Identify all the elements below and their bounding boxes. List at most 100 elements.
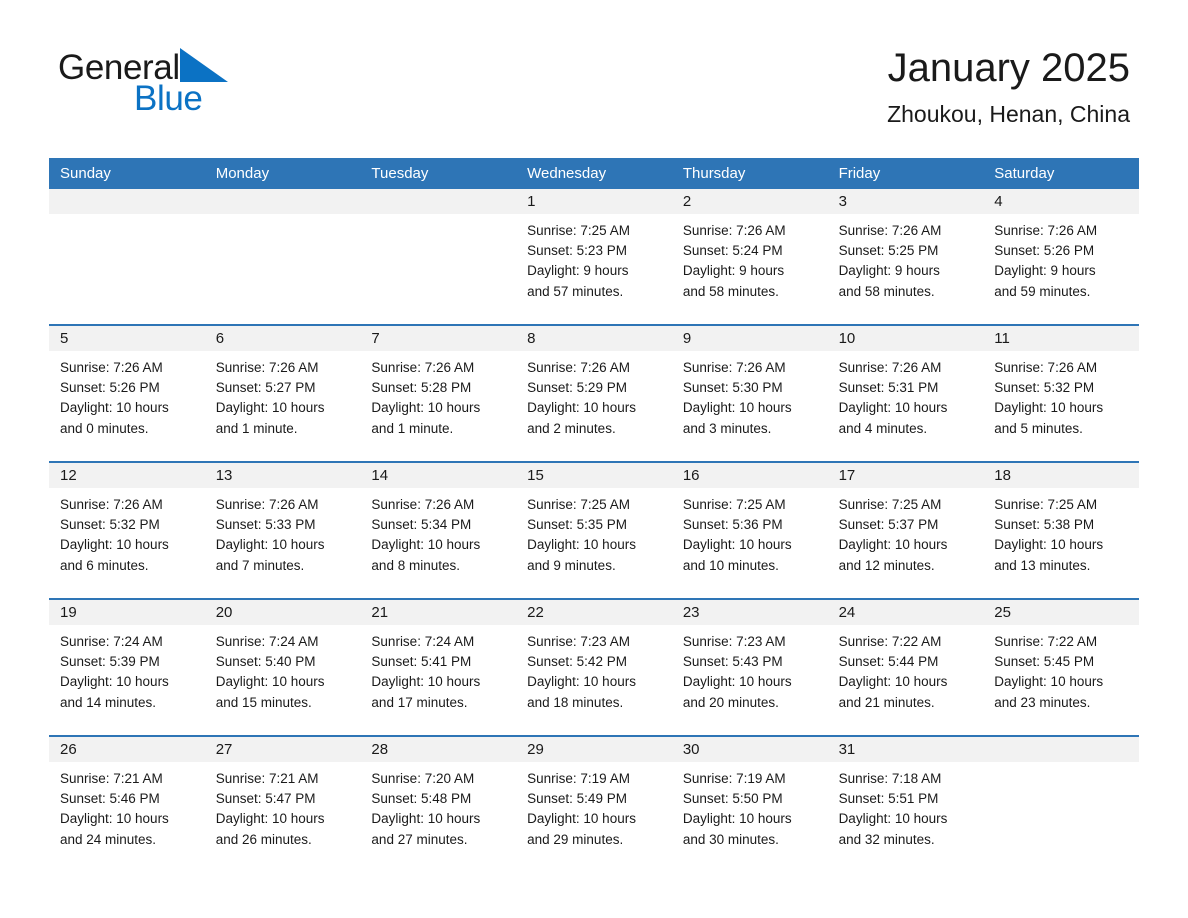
- day-details: Sunrise: 7:26 AM Sunset: 5:25 PM Daylight:…: [828, 214, 984, 302]
- day-number: 23: [682, 604, 700, 621]
- daylight-text-line2: and 32 minutes.: [838, 831, 935, 847]
- day-cell[interactable]: 22 Sunrise: 7:23 AM Sunset: 5:42 PM Dayligh…: [516, 600, 672, 722]
- day-number-band: 10: [827, 326, 984, 351]
- day-cell[interactable]: 19 Sunrise: 7:24 AM Sunset: 5:39 PM Dayligh…: [49, 600, 205, 722]
- sunset-text: Sunset: 5:36 PM: [682, 517, 783, 533]
- day-cell-empty: [204, 189, 361, 311]
- daylight-text-line1: Daylight: 10 hours: [527, 537, 636, 553]
- day-cell[interactable]: 12 Sunrise: 7:26 AM Sunset: 5:32 PM Dayligh…: [49, 463, 205, 585]
- daylight-text-line1: Daylight: 10 hours: [371, 811, 481, 827]
- day-cell[interactable]: 8 Sunrise: 7:26 AM Sunset: 5:29 PM Daylight…: [516, 326, 672, 448]
- sunrise-text: Sunrise: 7:26 AM: [682, 360, 786, 375]
- day-cell[interactable]: 10 Sunrise: 7:26 AM Sunset: 5:31 PM Dayligh…: [827, 326, 984, 448]
- sunrise-text: Sunrise: 7:24 AM: [215, 634, 319, 649]
- sunset-text: Sunset: 5:23 PM: [527, 243, 627, 259]
- sunrise-text: Sunrise: 7:26 AM: [371, 360, 475, 375]
- day-cell[interactable]: 27 Sunrise: 7:21 AM Sunset: 5:47 PM Dayligh…: [204, 737, 361, 859]
- day-number: 24: [838, 604, 856, 621]
- day-details: Sunrise: 7:25 AM Sunset: 5:37 PM Daylight:…: [828, 488, 984, 576]
- weekday-header-monday: Monday: [215, 165, 270, 182]
- daylight-text-line1: Daylight: 10 hours: [60, 674, 169, 690]
- day-cell[interactable]: 29 Sunrise: 7:19 AM Sunset: 5:49 PM Dayligh…: [516, 737, 672, 859]
- day-cell[interactable]: 1 Sunrise: 7:25 AM Sunset: 5:23 PM Daylight…: [516, 189, 672, 311]
- day-cell[interactable]: 20 Sunrise: 7:24 AM Sunset: 5:40 PM Dayligh…: [204, 600, 361, 722]
- day-cell[interactable]: 15 Sunrise: 7:25 AM Sunset: 5:35 PM Dayligh…: [516, 463, 672, 585]
- day-cell[interactable]: 18 Sunrise: 7:25 AM Sunset: 5:38 PM Dayligh…: [983, 463, 1139, 585]
- day-cell[interactable]: 23 Sunrise: 7:23 AM Sunset: 5:43 PM Dayligh…: [671, 600, 828, 722]
- day-number-band: 15: [516, 463, 672, 488]
- day-number: 11: [994, 330, 1010, 347]
- day-cell[interactable]: 16 Sunrise: 7:25 AM Sunset: 5:36 PM Dayligh…: [671, 463, 828, 585]
- day-cell[interactable]: 26 Sunrise: 7:21 AM Sunset: 5:46 PM Dayligh…: [49, 737, 205, 859]
- weekday-header-saturday: Saturday: [994, 165, 1055, 182]
- day-cell[interactable]: 13 Sunrise: 7:26 AM Sunset: 5:33 PM Dayligh…: [204, 463, 361, 585]
- daylight-text-line2: and 13 minutes.: [994, 557, 1091, 573]
- daylight-text-line2: and 1 minute.: [371, 420, 454, 436]
- sunrise-text: Sunrise: 7:26 AM: [994, 360, 1098, 375]
- day-cell[interactable]: 7 Sunrise: 7:26 AM Sunset: 5:28 PM Daylight…: [360, 326, 517, 448]
- sunrise-text: Sunrise: 7:19 AM: [682, 771, 786, 786]
- day-details: Sunrise: 7:26 AM Sunset: 5:33 PM Daylight:…: [205, 488, 361, 576]
- day-cell[interactable]: 4 Sunrise: 7:26 AM Sunset: 5:26 PM Daylight…: [983, 189, 1139, 311]
- day-details: Sunrise: 7:19 AM Sunset: 5:50 PM Daylight:…: [672, 762, 828, 850]
- day-cell[interactable]: 25 Sunrise: 7:22 AM Sunset: 5:45 PM Dayligh…: [983, 600, 1139, 722]
- day-cell[interactable]: 21 Sunrise: 7:24 AM Sunset: 5:41 PM Dayligh…: [360, 600, 517, 722]
- day-cell[interactable]: 31 Sunrise: 7:18 AM Sunset: 5:51 PM Dayligh…: [827, 737, 984, 859]
- calendar-week-row: 5 Sunrise: 7:26 AM Sunset: 5:26 PM Daylight…: [49, 324, 1139, 448]
- page-title: January 2025: [887, 46, 1130, 90]
- calendar-week-row: 19 Sunrise: 7:24 AM Sunset: 5:39 PM Dayligh…: [49, 598, 1139, 722]
- daylight-text-line2: and 7 minutes.: [215, 557, 305, 573]
- day-details: Sunrise: 7:25 AM Sunset: 5:36 PM Daylight:…: [672, 488, 828, 576]
- day-number-band: 11: [983, 326, 1139, 351]
- calendar-weeks: 1 Sunrise: 7:25 AM Sunset: 5:23 PM Daylight…: [49, 189, 1139, 859]
- day-cell[interactable]: 5 Sunrise: 7:26 AM Sunset: 5:26 PM Daylight…: [49, 326, 205, 448]
- day-cell[interactable]: 14 Sunrise: 7:26 AM Sunset: 5:34 PM Dayligh…: [360, 463, 517, 585]
- daylight-text-line2: and 4 minutes.: [838, 420, 928, 436]
- daylight-text-line2: and 17 minutes.: [371, 694, 468, 710]
- title-block: January 2025 Zhoukou, Henan, China: [887, 46, 1130, 127]
- daylight-text-line1: Daylight: 10 hours: [682, 400, 792, 416]
- day-number: 14: [371, 467, 389, 484]
- day-cell[interactable]: 24 Sunrise: 7:22 AM Sunset: 5:44 PM Dayligh…: [827, 600, 984, 722]
- sunset-text: Sunset: 5:29 PM: [527, 380, 627, 396]
- day-details: Sunrise: 7:26 AM Sunset: 5:24 PM Daylight:…: [672, 214, 828, 302]
- daylight-text-line1: Daylight: 10 hours: [371, 537, 481, 553]
- day-number: 10: [838, 330, 856, 347]
- day-number-band: 17: [827, 463, 984, 488]
- daylight-text-line1: Daylight: 10 hours: [838, 537, 948, 553]
- day-cell[interactable]: 2 Sunrise: 7:26 AM Sunset: 5:24 PM Daylight…: [671, 189, 828, 311]
- sunset-text: Sunset: 5:50 PM: [682, 791, 783, 807]
- calendar-week-row: 12 Sunrise: 7:26 AM Sunset: 5:32 PM Dayligh…: [49, 461, 1139, 585]
- day-details: Sunrise: 7:26 AM Sunset: 5:31 PM Daylight:…: [828, 351, 984, 439]
- day-number-band: [360, 189, 517, 214]
- day-cell[interactable]: 9 Sunrise: 7:26 AM Sunset: 5:30 PM Daylight…: [671, 326, 828, 448]
- day-details: Sunrise: 7:26 AM Sunset: 5:27 PM Daylight:…: [205, 351, 361, 439]
- sunrise-text: Sunrise: 7:26 AM: [60, 497, 163, 512]
- day-number-band: 28: [360, 737, 517, 762]
- sunset-text: Sunset: 5:41 PM: [371, 654, 472, 670]
- day-cell[interactable]: 6 Sunrise: 7:26 AM Sunset: 5:27 PM Daylight…: [204, 326, 361, 448]
- daylight-text-line2: and 26 minutes.: [215, 831, 312, 847]
- sunset-text: Sunset: 5:30 PM: [682, 380, 783, 396]
- daylight-text-line1: Daylight: 10 hours: [838, 674, 948, 690]
- sunset-text: Sunset: 5:35 PM: [527, 517, 627, 533]
- week-grid: 1 Sunrise: 7:25 AM Sunset: 5:23 PM Daylight…: [49, 189, 1139, 311]
- day-details: Sunrise: 7:25 AM Sunset: 5:35 PM Daylight:…: [516, 488, 672, 576]
- day-number-band: 4: [983, 189, 1139, 214]
- daylight-text-line2: and 2 minutes.: [527, 420, 616, 436]
- day-number: 15: [527, 467, 544, 484]
- day-cell[interactable]: 30 Sunrise: 7:19 AM Sunset: 5:50 PM Dayligh…: [671, 737, 828, 859]
- day-cell[interactable]: 17 Sunrise: 7:25 AM Sunset: 5:37 PM Dayligh…: [827, 463, 984, 585]
- day-cell[interactable]: 28 Sunrise: 7:20 AM Sunset: 5:48 PM Dayligh…: [360, 737, 517, 859]
- day-cell[interactable]: 11 Sunrise: 7:26 AM Sunset: 5:32 PM Dayligh…: [983, 326, 1139, 448]
- daylight-text-line2: and 18 minutes.: [527, 694, 624, 710]
- day-details: Sunrise: 7:26 AM Sunset: 5:34 PM Daylight:…: [360, 488, 516, 576]
- day-details: Sunrise: 7:26 AM Sunset: 5:32 PM Daylight:…: [983, 351, 1139, 439]
- day-cell[interactable]: 3 Sunrise: 7:26 AM Sunset: 5:25 PM Daylight…: [827, 189, 984, 311]
- daylight-text-line1: Daylight: 10 hours: [60, 811, 169, 827]
- daylight-text-line2: and 59 minutes.: [994, 283, 1091, 299]
- daylight-text-line1: Daylight: 10 hours: [994, 674, 1104, 690]
- general-blue-logo[interactable]: General Blue: [58, 48, 318, 118]
- daylight-text-line2: and 58 minutes.: [682, 283, 779, 299]
- day-number: 29: [527, 741, 544, 758]
